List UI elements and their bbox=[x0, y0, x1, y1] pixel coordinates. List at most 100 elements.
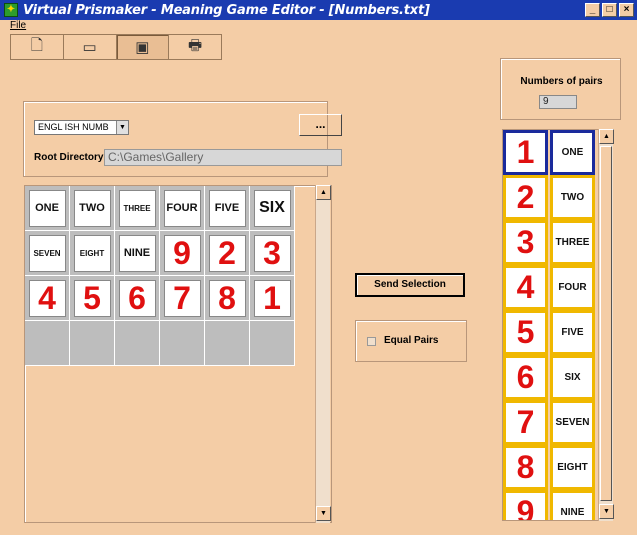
grid-card[interactable]: 5 bbox=[73, 279, 111, 317]
grid-cell[interactable]: 5 bbox=[70, 276, 115, 321]
grid-cell[interactable]: EIGHT bbox=[70, 231, 115, 276]
grid-card[interactable]: TWO bbox=[73, 189, 111, 227]
grid-card-word: FOUR bbox=[166, 202, 198, 214]
browse-button[interactable]: ... bbox=[299, 114, 342, 136]
scroll-thumb[interactable] bbox=[600, 146, 612, 501]
pair-row[interactable]: 8 EIGHT bbox=[503, 445, 599, 490]
grid-cell[interactable]: ONE bbox=[25, 186, 70, 231]
grid-card[interactable]: NINE bbox=[118, 234, 156, 272]
grid-card-word: FIVE bbox=[214, 202, 240, 214]
pair-word-card[interactable]: FOUR bbox=[550, 265, 595, 310]
save-button[interactable]: ▣ bbox=[116, 35, 170, 59]
pair-number-card[interactable]: 7 bbox=[503, 400, 548, 445]
grid-card[interactable]: 7 bbox=[163, 279, 201, 317]
pair-row[interactable]: 7 SEVEN bbox=[503, 400, 599, 445]
pair-row[interactable]: 6 SIX bbox=[503, 355, 599, 400]
send-selection-button[interactable]: Send Selection bbox=[355, 273, 465, 297]
grid-cell[interactable]: 8 bbox=[205, 276, 250, 321]
pair-word-card[interactable]: SIX bbox=[550, 355, 595, 400]
pair-number-card[interactable]: 9 bbox=[503, 490, 548, 520]
pair-row[interactable]: 5 FIVE bbox=[503, 310, 599, 355]
language-select[interactable]: ENGL ISH NUMB ▼ bbox=[34, 120, 129, 135]
close-icon[interactable]: × bbox=[619, 3, 634, 17]
pair-word-card[interactable]: FIVE bbox=[550, 310, 595, 355]
pair-word-card[interactable]: NINE bbox=[550, 490, 595, 520]
grid-card[interactable]: FIVE bbox=[208, 189, 246, 227]
pair-number-card[interactable]: 1 bbox=[503, 130, 548, 175]
pairs-scrollbar[interactable]: ▲ ▼ bbox=[598, 129, 614, 521]
grid-card[interactable]: 2 bbox=[208, 234, 246, 272]
grid-card[interactable]: ONE bbox=[28, 189, 66, 227]
grid-scrollbar[interactable]: ▲ ▼ bbox=[315, 185, 331, 523]
grid-card[interactable]: 9 bbox=[163, 234, 201, 272]
grid-cell[interactable] bbox=[115, 321, 160, 366]
grid-card-number: 7 bbox=[173, 280, 191, 316]
scroll-down-icon[interactable]: ▼ bbox=[316, 506, 331, 521]
grid-card[interactable]: 6 bbox=[118, 279, 156, 317]
grid-cell[interactable]: TWO bbox=[70, 186, 115, 231]
pair-row[interactable]: 2 TWO bbox=[503, 175, 599, 220]
grid-cell[interactable] bbox=[250, 321, 295, 366]
grid-cell[interactable]: 1 bbox=[250, 276, 295, 321]
grid-cell[interactable]: THREE bbox=[115, 186, 160, 231]
grid-cell[interactable]: FIVE bbox=[205, 186, 250, 231]
grid-cell[interactable]: FOUR bbox=[160, 186, 205, 231]
root-directory-field[interactable]: C:\Games\Gallery bbox=[104, 149, 342, 166]
scroll-up-icon[interactable]: ▲ bbox=[316, 185, 331, 200]
grid-card[interactable]: SEVEN bbox=[28, 234, 66, 272]
grid-cell[interactable]: 9 bbox=[160, 231, 205, 276]
pair-number-card[interactable]: 3 bbox=[503, 220, 548, 265]
grid-cell[interactable]: 6 bbox=[115, 276, 160, 321]
pair-number-card[interactable]: 4 bbox=[503, 265, 548, 310]
pairs-count-field[interactable]: 9 bbox=[539, 95, 577, 109]
menu-file[interactable]: File bbox=[10, 20, 26, 31]
minimize-icon[interactable]: _ bbox=[585, 3, 600, 17]
grid-cell[interactable]: 4 bbox=[25, 276, 70, 321]
prismaker-logo-icon[interactable]: ✦ bbox=[4, 3, 18, 17]
grid-cell[interactable]: 7 bbox=[160, 276, 205, 321]
grid-card[interactable]: EIGHT bbox=[73, 234, 111, 272]
grid-cell[interactable]: 2 bbox=[205, 231, 250, 276]
grid-card[interactable]: 4 bbox=[28, 279, 66, 317]
grid-card[interactable]: 8 bbox=[208, 279, 246, 317]
pair-word-card[interactable]: EIGHT bbox=[550, 445, 595, 490]
pair-number-card[interactable]: 2 bbox=[503, 175, 548, 220]
grid-cell[interactable]: SEVEN bbox=[25, 231, 70, 276]
grid-card[interactable]: SIX bbox=[253, 189, 291, 227]
pair-row[interactable]: 3 THREE bbox=[503, 220, 599, 265]
pair-row[interactable]: 4 FOUR bbox=[503, 265, 599, 310]
scroll-down-icon[interactable]: ▼ bbox=[599, 504, 614, 519]
grid-cell[interactable] bbox=[205, 321, 250, 366]
menu-bar: File bbox=[0, 20, 637, 34]
print-button[interactable]: 🖶 bbox=[169, 35, 221, 59]
pair-number-card[interactable]: 5 bbox=[503, 310, 548, 355]
grid-card-word: NINE bbox=[123, 247, 151, 259]
card-grid: ONE TWO THREE FOUR FIVE SIX SEVEN EIGHT NINE 9 2 3 4… bbox=[25, 186, 295, 366]
root-directory-label: Root Directory bbox=[34, 152, 104, 163]
grid-cell[interactable] bbox=[70, 321, 115, 366]
dropdown-arrow-icon[interactable]: ▼ bbox=[116, 121, 128, 134]
grid-cell[interactable]: NINE bbox=[115, 231, 160, 276]
pair-word-card[interactable]: THREE bbox=[550, 220, 595, 265]
pair-word-card[interactable]: TWO bbox=[550, 175, 595, 220]
grid-card[interactable]: FOUR bbox=[163, 189, 201, 227]
grid-cell[interactable]: 3 bbox=[250, 231, 295, 276]
equal-pairs-checkbox[interactable] bbox=[367, 337, 376, 346]
new-document-button[interactable]: 🗋 bbox=[11, 35, 64, 59]
pair-row[interactable]: 1 ONE bbox=[503, 130, 599, 175]
maximize-icon[interactable]: □ bbox=[602, 3, 617, 17]
pair-number-card[interactable]: 8 bbox=[503, 445, 548, 490]
grid-cell[interactable] bbox=[160, 321, 205, 366]
grid-cell[interactable] bbox=[25, 321, 70, 366]
pair-word-card[interactable]: ONE bbox=[550, 130, 595, 175]
pair-row[interactable]: 9 NINE bbox=[503, 490, 599, 520]
pair-word-card[interactable]: SEVEN bbox=[550, 400, 595, 445]
scroll-up-icon[interactable]: ▲ bbox=[599, 129, 614, 144]
grid-card[interactable]: 1 bbox=[253, 279, 291, 317]
new-document-icon: 🗋 bbox=[30, 36, 43, 54]
pair-number-card[interactable]: 6 bbox=[503, 355, 548, 400]
grid-card[interactable]: THREE bbox=[118, 189, 156, 227]
grid-card[interactable]: 3 bbox=[253, 234, 291, 272]
grid-cell[interactable]: SIX bbox=[250, 186, 295, 231]
open-folder-button[interactable]: ▭ bbox=[64, 35, 117, 59]
